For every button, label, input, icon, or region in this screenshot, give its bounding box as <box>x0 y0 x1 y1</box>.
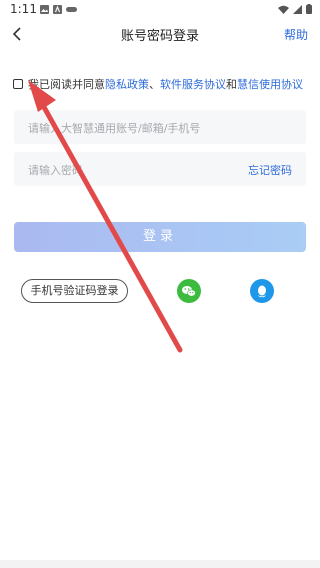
qq-icon <box>258 285 266 298</box>
agreement-prefix: 我已阅读并同意 <box>28 78 105 91</box>
status-bar: 1:11 <box>0 0 320 20</box>
software-service-agreement-link[interactable]: 软件服务协议 <box>160 76 226 92</box>
password-input[interactable]: 请输入密码 忘记密码 <box>14 152 306 186</box>
image-icon <box>40 5 49 14</box>
huixin-agreement-link[interactable]: 慧信使用协议 <box>237 76 303 92</box>
agreement-checkbox[interactable] <box>13 79 23 89</box>
nav-bar: 账号密码登录 帮助 <box>0 22 320 46</box>
wifi-icon <box>278 5 289 14</box>
agreement-row: 我已阅读并同意 隐私政策 、 软件服务协议 和 慧信使用协议 <box>13 76 303 92</box>
page-title: 账号密码登录 <box>120 29 199 44</box>
status-time: 1:11 <box>10 2 37 16</box>
signal-icon <box>293 4 302 14</box>
help-link[interactable]: 帮助 <box>284 26 308 43</box>
wechat-login-button[interactable] <box>177 279 201 303</box>
controller-icon <box>66 7 77 12</box>
account-input[interactable]: 请输入大智慧通用账号/邮箱/手机号 <box>14 110 306 144</box>
privacy-policy-link[interactable]: 隐私政策 <box>105 76 149 92</box>
qq-login-button[interactable] <box>250 279 274 303</box>
sms-login-button[interactable]: 手机号验证码登录 <box>21 279 128 303</box>
forgot-password-link[interactable]: 忘记密码 <box>248 162 292 178</box>
bottom-bar <box>0 560 320 568</box>
login-button[interactable]: 登录 <box>14 222 306 252</box>
password-input-placeholder: 请输入密码 <box>28 164 83 177</box>
battery-icon <box>306 4 312 14</box>
status-system-icons <box>278 4 312 14</box>
account-input-placeholder: 请输入大智慧通用账号/邮箱/手机号 <box>28 122 201 135</box>
agreement-separator: 、 <box>149 78 160 91</box>
status-notification-icons <box>40 5 77 14</box>
wechat-icon <box>182 286 196 297</box>
agreement-and: 和 <box>226 78 237 91</box>
a-icon <box>53 5 62 14</box>
